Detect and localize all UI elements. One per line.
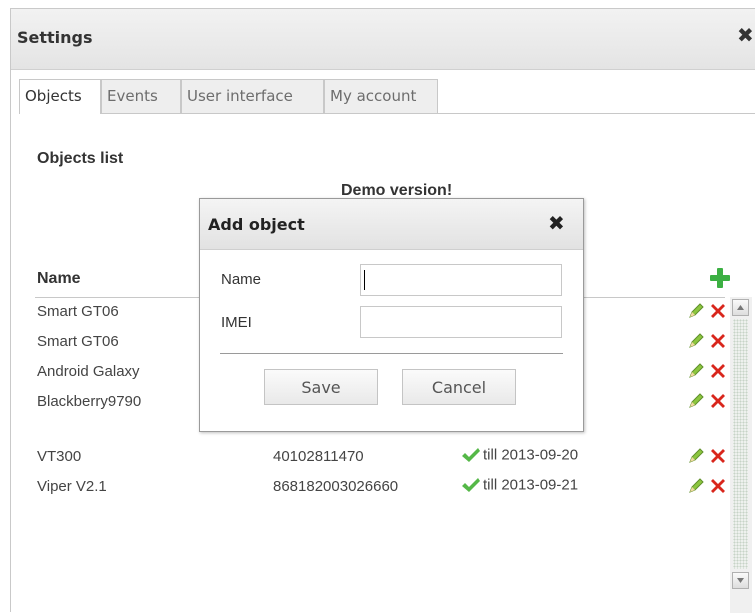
- scroll-down-button[interactable]: [732, 572, 749, 589]
- dialog-header: Add object ✖: [200, 199, 583, 250]
- tab-events[interactable]: Events: [101, 79, 181, 113]
- object-name: Blackberry9790: [37, 393, 142, 410]
- arrow-up-icon: [737, 305, 744, 310]
- scroll-up-button[interactable]: [732, 299, 749, 316]
- object-imei: 868182003026660: [273, 478, 399, 495]
- settings-tabs: Objects Events User interface My account: [19, 79, 755, 114]
- close-icon[interactable]: ✖: [737, 25, 754, 45]
- cross-icon[interactable]: [708, 391, 728, 411]
- tab-my-account[interactable]: My account: [324, 79, 438, 113]
- name-input[interactable]: [360, 264, 562, 296]
- plus-icon[interactable]: [709, 267, 731, 289]
- object-name: Viper V2.1: [37, 478, 107, 495]
- cross-icon[interactable]: [708, 361, 728, 381]
- pencil-icon[interactable]: [687, 362, 705, 380]
- close-icon[interactable]: ✖: [548, 213, 565, 233]
- save-button[interactable]: Save: [264, 369, 378, 405]
- status-text: till 2013-09-20: [483, 446, 579, 464]
- object-name: VT300: [37, 448, 82, 465]
- pencil-icon[interactable]: [687, 392, 705, 410]
- arrow-down-icon: [737, 578, 744, 583]
- settings-titlebar: Settings ✖: [11, 9, 755, 70]
- window-title: Settings: [17, 28, 93, 47]
- check-icon: [462, 478, 480, 493]
- imei-label: IMEI: [221, 314, 252, 331]
- tab-user-interface[interactable]: User interface: [181, 79, 324, 113]
- name-label: Name: [221, 271, 262, 288]
- dialog-divider: [220, 353, 563, 354]
- text-cursor: [364, 270, 365, 290]
- pencil-icon[interactable]: [687, 302, 705, 320]
- pencil-icon[interactable]: [687, 477, 705, 495]
- objects-list-title: Objects list: [37, 150, 124, 167]
- object-status: till 2013-09-21: [461, 476, 578, 494]
- cross-icon[interactable]: [708, 476, 728, 496]
- add-object-dialog: Add object ✖ Name IMEI Save Cancel: [199, 198, 584, 432]
- dialog-title: Add object: [208, 215, 305, 234]
- object-imei: 40102811470: [273, 448, 364, 465]
- cross-icon[interactable]: [708, 446, 728, 466]
- imei-input[interactable]: [360, 306, 562, 338]
- object-name: Smart GT06: [37, 333, 119, 350]
- scroll-track[interactable]: [733, 319, 748, 569]
- pencil-icon[interactable]: [687, 447, 705, 465]
- cross-icon[interactable]: [708, 331, 728, 351]
- tab-objects[interactable]: Objects: [19, 79, 101, 114]
- list-scrollbar[interactable]: [730, 297, 752, 613]
- object-name: Android Galaxy: [37, 363, 140, 380]
- cross-icon[interactable]: [708, 301, 728, 321]
- column-header-name: Name: [37, 270, 81, 287]
- object-name: Smart GT06: [37, 303, 119, 320]
- status-text: till 2013-09-21: [483, 476, 579, 494]
- check-icon: [462, 448, 480, 463]
- table-row: Viper V2.1 868182003026660 till 2013-09-…: [11, 474, 751, 504]
- table-row: VT300 40102811470 till 2013-09-20: [11, 444, 751, 474]
- cancel-button[interactable]: Cancel: [402, 369, 516, 405]
- pencil-icon[interactable]: [687, 332, 705, 350]
- object-status: till 2013-09-20: [461, 446, 578, 464]
